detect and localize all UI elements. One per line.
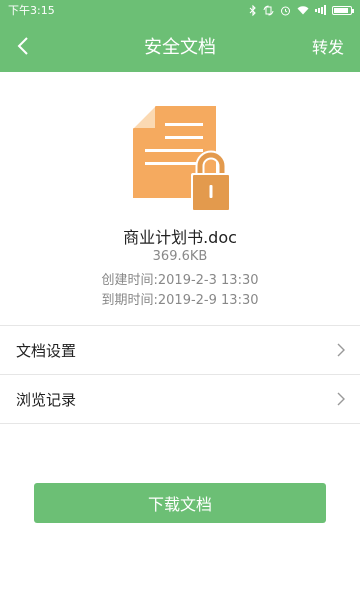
- expire-time-label: 到期时间:: [101, 293, 158, 308]
- signal-icon: [315, 5, 326, 15]
- menu-item-document-settings[interactable]: 文档设置: [0, 326, 360, 375]
- menu-item-label: 文档设置: [16, 341, 77, 360]
- file-name: 商业计划书.doc: [123, 228, 237, 247]
- locked-document-icon: [133, 106, 231, 212]
- back-button[interactable]: [8, 30, 38, 62]
- alarm-icon: [280, 5, 291, 16]
- file-size: 369.6KB: [152, 249, 208, 264]
- menu-item-label: 浏览记录: [16, 390, 77, 409]
- chevron-right-icon: [337, 392, 345, 406]
- forward-button[interactable]: 转发: [312, 34, 344, 58]
- page-title: 安全文档: [144, 37, 216, 58]
- created-time-value: 2019-2-3 13:30: [157, 273, 259, 288]
- battery-fill: [334, 7, 348, 13]
- wifi-icon: [297, 5, 309, 15]
- status-icons: [249, 4, 354, 16]
- chevron-right-icon: [337, 343, 345, 357]
- header-bar: 安全文档 转发: [0, 20, 360, 72]
- created-time: 创建时间:2019-2-3 13:30: [0, 269, 360, 288]
- chevron-left-icon: [17, 37, 28, 55]
- menu-item-browse-history[interactable]: 浏览记录: [0, 375, 360, 424]
- expire-time: 到期时间:2019-2-9 13:30: [0, 289, 360, 308]
- download-button[interactable]: 下载文档: [34, 483, 326, 523]
- expire-time-value: 2019-2-9 13:30: [157, 293, 259, 308]
- status-time: 下午3:15: [8, 4, 55, 17]
- file-info: 商业计划书.doc 369.6KB 创建时间:2019-2-3 13:30 到期…: [0, 72, 360, 326]
- bluetooth-icon: [249, 4, 257, 16]
- created-time-label: 创建时间:: [101, 273, 158, 288]
- battery-icon: [332, 5, 354, 15]
- rotation-icon: [263, 4, 274, 16]
- status-bar: 下午3:15: [0, 0, 360, 20]
